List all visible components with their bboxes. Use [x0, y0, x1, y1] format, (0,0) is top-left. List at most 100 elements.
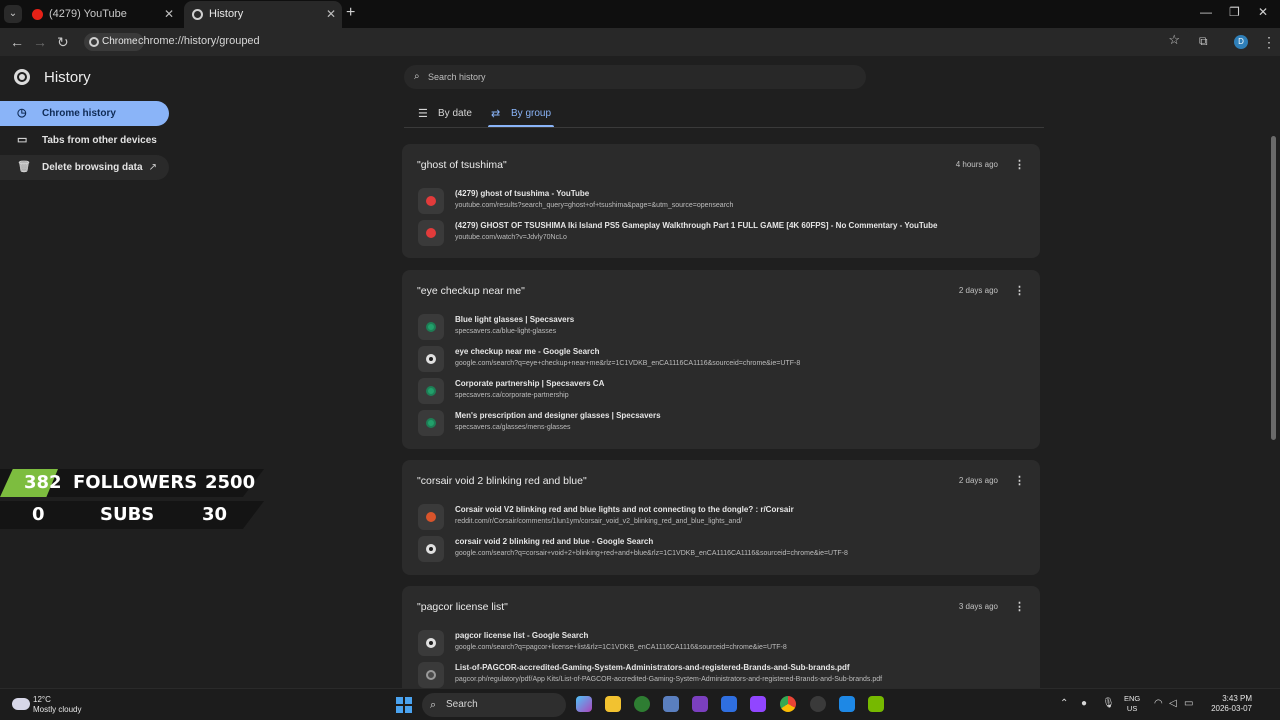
taskbar-search-label: Search [446, 699, 478, 710]
history-entry[interactable]: eye checkup near me - Google Search goog… [418, 345, 1018, 373]
entry-title[interactable]: (4279) GHOST OF TSUSHIMA Iki Island PS5 … [455, 221, 937, 230]
history-entry[interactable]: Men's prescription and designer glasses … [418, 409, 1018, 437]
followers-goal-overlay: 382 FOLLOWERS 2500 [0, 469, 264, 497]
followers-goal: 2500 [205, 472, 256, 493]
app-icon[interactable] [750, 696, 766, 712]
search-input[interactable]: Search history [428, 65, 486, 89]
tab-title: (4279) YouTube [49, 8, 127, 20]
bookmark-star-icon[interactable]: ☆ [1168, 32, 1180, 48]
tray-overflow-icon[interactable]: ⌃ [1060, 698, 1068, 709]
group-menu-icon[interactable]: ⋮ [1014, 474, 1025, 487]
history-entry[interactable]: Blue light glasses | Specsavers specsave… [418, 313, 1018, 341]
history-group-card: "ghost of tsushima" 4 hours ago ⋮ (4279)… [402, 144, 1040, 258]
tab-youtube[interactable]: (4279) YouTube ✕ [24, 1, 180, 28]
history-entry[interactable]: List-of-PAGCOR-accredited-Gaming-System-… [418, 661, 1018, 689]
volume-icon[interactable]: ◁ [1169, 698, 1177, 709]
history-entry[interactable]: pagcor license list - Google Search goog… [418, 629, 1018, 657]
group-menu-icon[interactable]: ⋮ [1014, 600, 1025, 613]
windows-start-icon[interactable] [396, 697, 412, 713]
group-menu-icon[interactable]: ⋮ [1014, 284, 1025, 297]
history-group-card: "corsair void 2 blinking red and blue" 2… [402, 460, 1040, 575]
restore-button[interactable]: ❐ [1229, 5, 1240, 19]
tab-search-button[interactable]: ⌄ [4, 5, 22, 23]
profile-avatar[interactable]: D [1234, 35, 1248, 49]
url-text[interactable]: chrome://history/grouped [138, 35, 260, 47]
sidebar-item-label: Delete browsing data [42, 162, 143, 173]
entry-title[interactable]: (4279) ghost of tsushima - YouTube [455, 189, 589, 198]
history-entry[interactable]: corsair void 2 blinking red and blue - G… [418, 535, 1018, 563]
menu-kebab-icon[interactable]: ⋮ [1262, 34, 1276, 51]
copilot-icon[interactable] [576, 696, 592, 712]
clock-time: 3:43 PM [1222, 694, 1252, 703]
tab-by-date[interactable]: ☰ By date [418, 104, 478, 124]
language-indicator[interactable]: ENG US [1124, 694, 1140, 714]
sidebar-item-other-devices[interactable]: ▭ Tabs from other devices [0, 128, 169, 153]
history-entry[interactable]: Corsair void V2 blinking red and blue li… [418, 503, 1018, 531]
cloud-icon[interactable] [12, 698, 30, 710]
history-entry[interactable]: Corporate partnership | Specsavers CA sp… [418, 377, 1018, 405]
group-time: 3 days ago [958, 602, 998, 611]
minimize-button[interactable]: — [1200, 5, 1212, 19]
history-icon: ◷ [17, 107, 27, 119]
youtube-icon [32, 9, 43, 20]
entry-title[interactable]: pagcor license list - Google Search [455, 631, 588, 640]
xbox-icon[interactable] [634, 696, 650, 712]
sidebar-item-delete-data[interactable]: 🗑 Delete browsing data ↗ [0, 155, 169, 180]
active-tab-indicator [488, 125, 554, 127]
new-tab-button[interactable]: + [346, 4, 355, 22]
history-entry[interactable]: (4279) GHOST OF TSUSHIMA Iki Island PS5 … [418, 219, 1018, 247]
close-tab-icon[interactable]: ✕ [326, 1, 336, 27]
tab-label: By group [511, 108, 552, 119]
microphone-icon[interactable]: 🎙 [1102, 698, 1115, 709]
forward-button[interactable]: → [33, 34, 47, 50]
chrome-taskbar-icon[interactable] [780, 696, 796, 712]
taskbar-search[interactable]: ⌕ Search [422, 693, 566, 717]
app-icon[interactable] [721, 696, 737, 712]
nvidia-icon[interactable] [868, 696, 884, 712]
browser-toolbar: ← → ↻ Chrome chrome://history/grouped ☆ … [0, 28, 1280, 56]
address-bar[interactable]: Chrome chrome://history/grouped ☆ [82, 30, 1194, 54]
site-info-chip[interactable]: Chrome [84, 33, 144, 51]
app-icon[interactable] [663, 696, 679, 712]
external-link-icon: ↗ [148, 162, 157, 173]
entry-title[interactable]: eye checkup near me - Google Search [455, 347, 600, 356]
wifi-icon[interactable]: ◠ [1154, 698, 1163, 709]
subs-goal-overlay: 0 SUBS 30 [0, 501, 264, 529]
clock[interactable]: 3:43 PM 2026-03-07 [1206, 694, 1252, 714]
close-tab-icon[interactable]: ✕ [164, 1, 174, 27]
history-entry[interactable]: (4279) ghost of tsushima - YouTube youtu… [418, 187, 1018, 215]
file-explorer-icon[interactable] [605, 696, 621, 712]
entry-title[interactable]: Corsair void V2 blinking red and blue li… [455, 505, 794, 514]
weather-temp[interactable]: 12°C [33, 695, 51, 704]
chrome-logo-icon [14, 69, 30, 85]
sidebar-item-chrome-history[interactable]: ◷ Chrome history [0, 101, 169, 126]
search-history-bar[interactable]: ⌕ Search history [404, 65, 866, 89]
extensions-icon[interactable]: ⧉ [1199, 34, 1208, 49]
app-icon[interactable] [692, 696, 708, 712]
history-page: History ◷ Chrome history ▭ Tabs from oth… [0, 56, 1280, 696]
tab-by-group[interactable]: ⇄ By group [491, 104, 557, 124]
tab-strip: ⌄ (4279) YouTube ✕ History ✕ + — ❐ ✕ [0, 0, 1280, 28]
specsavers-icon [418, 410, 444, 436]
entry-title[interactable]: Men's prescription and designer glasses … [455, 411, 661, 420]
back-button[interactable]: ← [10, 34, 24, 50]
scrollbar-thumb[interactable] [1271, 136, 1276, 440]
close-window-button[interactable]: ✕ [1258, 5, 1268, 19]
entry-title[interactable]: List-of-PAGCOR-accredited-Gaming-System-… [455, 663, 850, 672]
reload-button[interactable]: ↻ [57, 34, 69, 51]
group-menu-icon[interactable]: ⋮ [1014, 158, 1025, 171]
entry-title[interactable]: Blue light glasses | Specsavers [455, 315, 574, 324]
tab-title: History [209, 8, 244, 20]
globe-icon [418, 662, 444, 688]
entry-title[interactable]: Corporate partnership | Specsavers CA [455, 379, 604, 388]
tab-history[interactable]: History ✕ [184, 1, 342, 28]
app-icon[interactable] [839, 696, 855, 712]
specsavers-icon [418, 314, 444, 340]
entry-title[interactable]: corsair void 2 blinking red and blue - G… [455, 537, 653, 546]
entry-url: specsavers.ca/corporate-partnership [455, 392, 569, 399]
weather-desc[interactable]: Mostly cloudy [33, 705, 81, 714]
group-title: "eye checkup near me" [417, 285, 525, 297]
app-icon[interactable] [810, 696, 826, 712]
battery-icon[interactable]: ▭ [1184, 698, 1193, 709]
tray-app-icon[interactable]: ● [1081, 698, 1087, 709]
